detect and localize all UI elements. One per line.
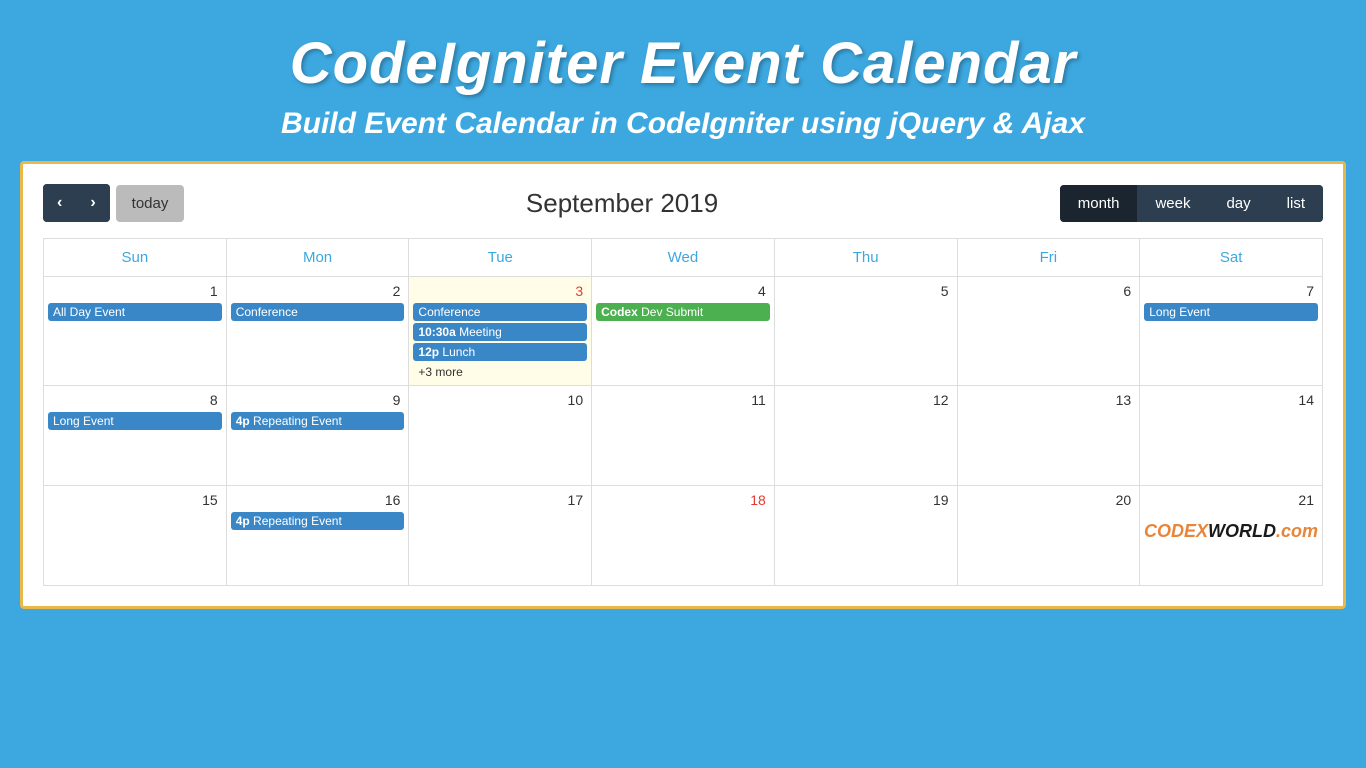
event-bar[interactable]: Conference (413, 303, 587, 321)
col-tue: Tue (409, 239, 592, 277)
cell-sep7: 7 Long Event (1140, 277, 1323, 386)
date-number: 4 (596, 281, 770, 301)
view-month-button[interactable]: month (1060, 185, 1138, 222)
view-list-button[interactable]: list (1269, 185, 1323, 222)
prev-button[interactable]: ‹ (43, 184, 76, 222)
bold-text: Codex (601, 305, 638, 319)
date-number: 14 (1144, 390, 1318, 410)
cell-sep14: 14 (1140, 386, 1323, 486)
col-mon: Mon (226, 239, 409, 277)
event-time: 4p (236, 414, 250, 428)
cell-sep13: 13 (957, 386, 1140, 486)
cell-sep20: 20 (957, 486, 1140, 586)
table-row: 15 16 4p Repeating Event 17 18 19 (44, 486, 1323, 586)
date-number: 18 (596, 490, 770, 510)
watermark-dotcom: .com (1276, 521, 1318, 541)
cell-sep12: 12 (774, 386, 957, 486)
cell-sep18: 18 (592, 486, 775, 586)
page-title: CodeIgniter Event Calendar (20, 30, 1346, 97)
col-sun: Sun (44, 239, 227, 277)
event-bar[interactable]: 12p Lunch (413, 343, 587, 361)
col-fri: Fri (957, 239, 1140, 277)
calendar-grid: Sun Mon Tue Wed Thu Fri Sat 1 All Day Ev… (43, 238, 1323, 586)
date-number: 1 (48, 281, 222, 301)
codexworld-watermark: CODEXWORLD.com (1144, 521, 1318, 542)
event-bar[interactable]: All Day Event (48, 303, 222, 321)
col-sat: Sat (1140, 239, 1323, 277)
date-number: 6 (962, 281, 1136, 301)
view-day-button[interactable]: day (1208, 185, 1268, 222)
date-number: 13 (962, 390, 1136, 410)
date-number: 10 (413, 390, 587, 410)
next-button[interactable]: › (76, 184, 109, 222)
calendar-toolbar: ‹ › today September 2019 month week day … (43, 184, 1323, 222)
event-bar[interactable]: Long Event (48, 412, 222, 430)
date-number: 20 (962, 490, 1136, 510)
cell-sep19: 19 (774, 486, 957, 586)
cell-sep6: 6 (957, 277, 1140, 386)
calendar-bottom-wrap: Sun Mon Tue Wed Thu Fri Sat 1 All Day Ev… (43, 238, 1323, 586)
cell-sep5: 5 (774, 277, 957, 386)
calendar-month-title: September 2019 (526, 188, 718, 219)
event-bar[interactable]: Codex Dev Submit (596, 303, 770, 321)
date-number: 7 (1144, 281, 1318, 301)
date-number: 11 (596, 390, 770, 410)
watermark-world: WORLD (1208, 521, 1276, 541)
date-number: 2 (231, 281, 405, 301)
event-bar[interactable]: Long Event (1144, 303, 1318, 321)
cell-sep17: 17 (409, 486, 592, 586)
event-time: 12p (418, 345, 439, 359)
event-bar[interactable]: 10:30a Meeting (413, 323, 587, 341)
cell-sep21: 21 CODEXWORLD.com (1140, 486, 1323, 586)
date-number: 12 (779, 390, 953, 410)
event-bar[interactable]: 4p Repeating Event (231, 412, 405, 430)
toolbar-left: ‹ › today (43, 184, 184, 222)
cell-sep2: 2 Conference (226, 277, 409, 386)
more-events-link[interactable]: +3 more (413, 364, 467, 380)
view-btn-group: month week day list (1060, 185, 1323, 222)
event-time: 10:30a (418, 325, 455, 339)
date-number: 3 (413, 281, 587, 301)
view-week-button[interactable]: week (1137, 185, 1208, 222)
page-subtitle: Build Event Calendar in CodeIgniter usin… (20, 107, 1346, 141)
cell-sep1: 1 All Day Event (44, 277, 227, 386)
date-number: 17 (413, 490, 587, 510)
cell-sep4: 4 Codex Dev Submit (592, 277, 775, 386)
date-number: 21 (1144, 490, 1318, 510)
nav-btn-group: ‹ › (43, 184, 110, 222)
cell-sep11: 11 (592, 386, 775, 486)
date-number: 15 (48, 490, 222, 510)
cell-sep16: 16 4p Repeating Event (226, 486, 409, 586)
event-time: 4p (236, 514, 250, 528)
event-bar[interactable]: 4p Repeating Event (231, 512, 405, 530)
today-button[interactable]: today (116, 185, 185, 222)
table-row: 1 All Day Event 2 Conference 3 Conferenc… (44, 277, 1323, 386)
cell-sep3-today: 3 Conference 10:30a Meeting 12p Lunch +3… (409, 277, 592, 386)
cell-sep15: 15 (44, 486, 227, 586)
cell-sep10: 10 (409, 386, 592, 486)
date-number: 19 (779, 490, 953, 510)
date-number: 9 (231, 390, 405, 410)
table-row: 8 Long Event 9 4p Repeating Event 10 11 (44, 386, 1323, 486)
col-thu: Thu (774, 239, 957, 277)
date-number: 5 (779, 281, 953, 301)
col-wed: Wed (592, 239, 775, 277)
date-number: 8 (48, 390, 222, 410)
cell-sep8: 8 Long Event (44, 386, 227, 486)
event-bar[interactable]: Conference (231, 303, 405, 321)
cell-sep9: 9 4p Repeating Event (226, 386, 409, 486)
date-number: 16 (231, 490, 405, 510)
watermark-codex: CODEX (1144, 521, 1208, 541)
